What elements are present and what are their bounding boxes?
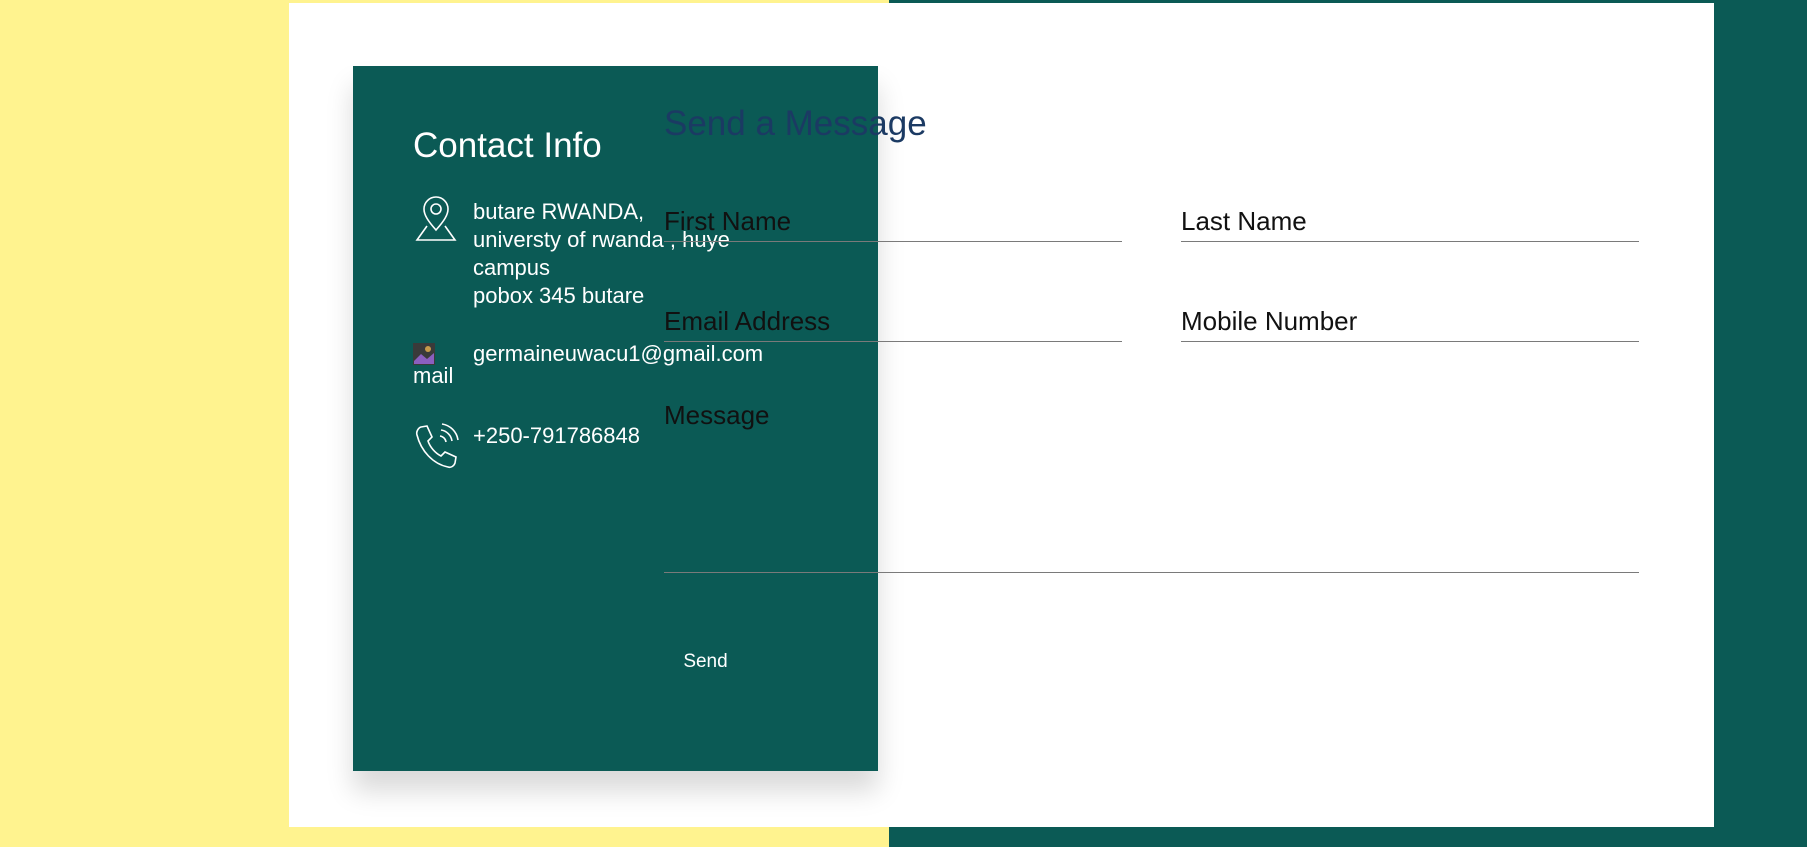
mobile-number-input[interactable] xyxy=(1181,301,1639,342)
mail-icon-alt: mail xyxy=(413,363,454,388)
address-line: campus xyxy=(473,255,551,280)
contact-info-title: Contact Info xyxy=(413,126,602,165)
page: Contact Info butare RWANDA, universty of… xyxy=(0,0,1807,847)
send-message-title: Send a Message xyxy=(664,104,927,143)
first-name-input[interactable] xyxy=(664,201,1122,242)
send-button[interactable]: Send xyxy=(664,632,747,691)
location-pin-icon xyxy=(413,196,459,244)
last-name-input[interactable] xyxy=(1181,201,1639,242)
email-text: germaineuwacu1@gmail.com xyxy=(473,341,764,366)
phone-icon xyxy=(413,422,459,470)
message-textarea[interactable] xyxy=(664,400,1639,573)
email-row: mail germaineuwacu1@gmail.com xyxy=(413,340,833,395)
email-input[interactable] xyxy=(664,301,1122,342)
